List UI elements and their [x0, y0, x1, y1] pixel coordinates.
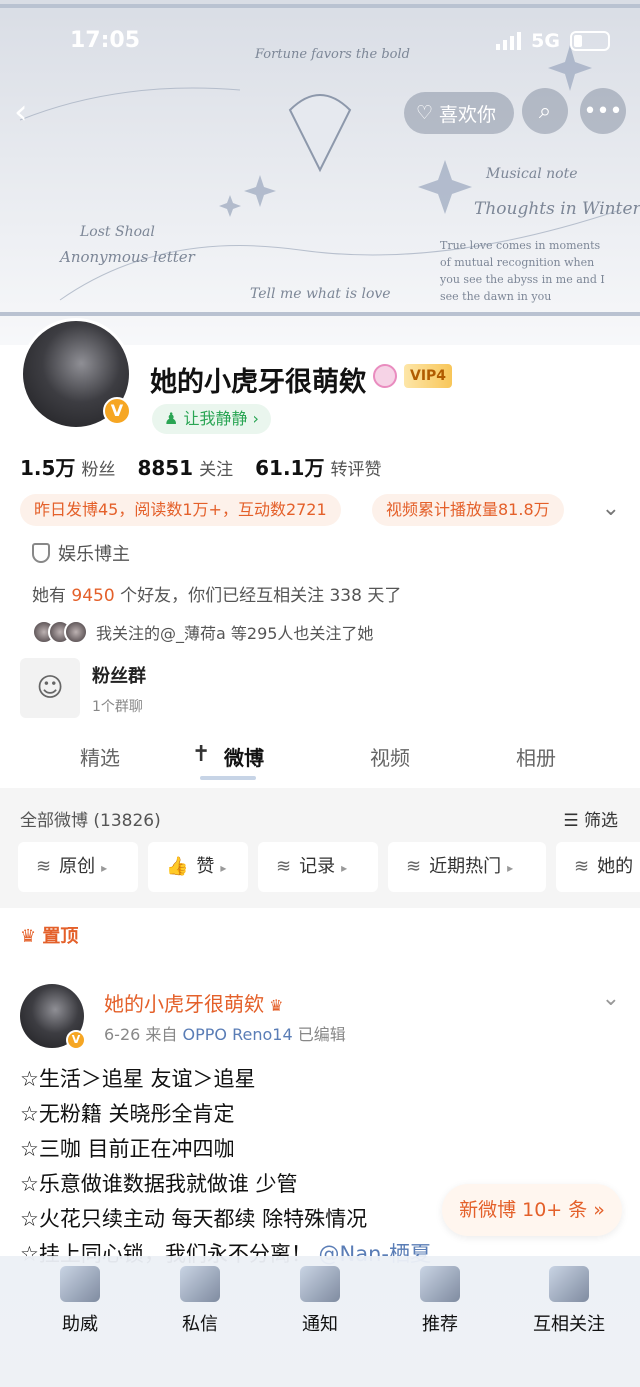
svg-text:Tell me what is love: Tell me what is love [250, 286, 391, 302]
verified-icon: V [66, 1030, 86, 1050]
feed-filter: 全部微博 (13826) ☰ 筛选 ≋ 原创 ▸ 👍 赞 ▸ ≋ 记录 ▸ ≋ 近期热门 ▸ ≋… [0, 788, 640, 908]
data-pills: 昨日发博45，阅读数1万+，互动数2721 视频累计播放量81.8万 ⌄ [20, 494, 620, 526]
tab-indicator [200, 776, 256, 780]
layers-icon: ≋ [406, 856, 422, 877]
bottom-bar: 助威 私信 通知 推荐 互相关注 [0, 1256, 640, 1387]
shield-icon [32, 543, 50, 563]
bottom-recommend-button[interactable]: 推荐 [395, 1266, 485, 1336]
fan-group[interactable]: ☺ 粉丝群 1个群聊 [20, 658, 146, 718]
banner-text-musical: Musical note [485, 166, 578, 182]
svg-text:Anonymous letter: Anonymous letter [58, 248, 196, 266]
svg-text:of mutual recognition when: of mutual recognition when [440, 256, 594, 269]
post-avatar[interactable]: V [20, 984, 86, 1050]
post-meta: 6-26 来自 OPPO Reno14 已编辑 [104, 1025, 346, 1044]
stat-following[interactable]: 8851 关注 [137, 455, 233, 480]
svg-text:you see the abyss in me and I: you see the abyss in me and I [439, 273, 605, 286]
chevron-right-icon: › [247, 409, 259, 428]
chip-records[interactable]: ≋ 记录 ▸ [258, 842, 378, 892]
stat-likes[interactable]: 61.1万 转评赞 [255, 452, 381, 481]
svg-text:True love comes in moments: True love comes in moments [440, 239, 601, 252]
tab-album[interactable]: 相册 [516, 742, 556, 771]
stats-row: 1.5万 粉丝 8851 关注 61.1万 转评赞 [20, 452, 381, 481]
tab-weibo[interactable]: 微博 [224, 742, 264, 771]
badge-icon[interactable] [373, 364, 397, 388]
chevron-down-icon: » [587, 1199, 605, 1221]
person-icon: ♟ [164, 409, 184, 428]
pill-yesterday[interactable]: 昨日发博45，阅读数1万+，互动数2721 [20, 494, 341, 526]
search-icon[interactable]: ⌕ [522, 88, 568, 134]
fan-group-sub: 1个群聊 [92, 699, 143, 715]
post-body[interactable]: ☆生活＞追星 友谊＞追星 ☆无粉籍 关晓彤全肯定 ☆三咖 目前正在冲四咖 ☆乐意… [20, 1062, 620, 1272]
status-tag-label: 让我静静 [183, 409, 248, 428]
friends-info: 她有 9450 个好友，你们已经互相关注 338 天了 [32, 586, 402, 606]
avatar [64, 620, 88, 644]
like-you-button[interactable]: ♡ 喜欢你 [404, 92, 515, 134]
fan-group-title: 粉丝群 [92, 666, 146, 687]
avatar[interactable]: V [20, 318, 132, 430]
post-line: ☆生活＞追星 友谊＞追星 [20, 1067, 256, 1091]
bell-icon [300, 1266, 340, 1302]
filter-button[interactable]: ☰ 筛选 [563, 806, 618, 831]
signal-icon [496, 32, 522, 50]
stack-icon [420, 1266, 460, 1302]
chevron-down-icon[interactable]: ⌄ [602, 496, 620, 521]
svg-text:see the dawn in you: see the dawn in you [440, 290, 551, 303]
bottom-cheer-button[interactable]: 助威 [35, 1266, 125, 1336]
stat-fans[interactable]: 1.5万 粉丝 [20, 452, 115, 481]
cross-icon: ✝ [192, 742, 211, 767]
status-tag[interactable]: ♟ 让我静静 › [152, 404, 271, 434]
vip-badge[interactable]: VIP4 [404, 364, 453, 388]
profile-name: 她的小虎牙很萌欸 [150, 367, 366, 398]
filter-icon: ☰ [563, 811, 584, 831]
profile-tabs: 精选 微博 视频 相册 ✝ [0, 738, 640, 786]
layers-icon: ≋ [574, 856, 590, 877]
like-you-label: 喜欢你 [439, 103, 497, 126]
new-weibo-button[interactable]: 新微博 10+ 条 » [442, 1184, 622, 1236]
crown-icon: ♛ [264, 996, 284, 1015]
all-weibo-label: 全部微博 (13826) [20, 811, 161, 831]
mutual-text: 我关注的@_薄荷a 等295人也关注了她 [96, 624, 374, 643]
certification-label: 娱乐博主 [58, 544, 130, 565]
friends-count[interactable]: 9450 [71, 586, 114, 606]
back-icon[interactable]: ‹ [14, 95, 44, 131]
post-author[interactable]: 她的小虎牙很萌欸 ♛ [104, 988, 283, 1017]
heart-icon: ♡ [416, 102, 434, 124]
bird-icon [549, 1266, 589, 1302]
tab-featured[interactable]: 精选 [80, 742, 120, 771]
banner-text-thoughts: Thoughts in Winter [474, 199, 640, 219]
chip-original[interactable]: ≋ 原创 ▸ [18, 842, 138, 892]
layers-icon: ≋ [276, 856, 292, 877]
chip-hers[interactable]: ≋ 她的 [556, 842, 640, 892]
pinned-label: ♛ 置顶 [20, 926, 79, 947]
crown-icon: ♛ [20, 926, 43, 947]
thumbs-up-icon: 👍 [166, 856, 189, 877]
status-time: 17:05 [70, 28, 141, 53]
more-icon[interactable]: ••• [580, 88, 626, 134]
post-date: 6-26 [104, 1025, 141, 1044]
certification: 娱乐博主 [32, 540, 130, 566]
post-line: ☆三咖 目前正在冲四咖 [20, 1137, 235, 1161]
message-icon [180, 1266, 220, 1302]
status-bar: 17:05 5G [70, 28, 610, 62]
mutual-follow[interactable]: 我关注的@_薄荷a 等295人也关注了她 [32, 620, 373, 644]
chevron-down-icon[interactable]: ⌄ [602, 986, 620, 1011]
pill-video-plays[interactable]: 视频累计播放量81.8万 [372, 494, 564, 526]
post-device[interactable]: OPPO Reno14 [183, 1025, 293, 1044]
network-type: 5G [531, 30, 560, 52]
bottom-message-button[interactable]: 私信 [155, 1266, 245, 1336]
svg-text:Lost Shoal: Lost Shoal [79, 224, 155, 240]
group-icon: ☺ [20, 658, 80, 718]
chip-recent-hot[interactable]: ≋ 近期热门 ▸ [388, 842, 546, 892]
post-edited[interactable]: 已编辑 [298, 1025, 346, 1044]
bottom-notify-button[interactable]: 通知 [275, 1266, 365, 1336]
tab-video[interactable]: 视频 [370, 742, 410, 771]
header-banner: Fortune favors the bold Musical note Tho… [0, 0, 640, 345]
cross-icon [60, 1266, 100, 1302]
bottom-mutual-follow-button[interactable]: 互相关注 [514, 1266, 624, 1336]
chip-likes[interactable]: 👍 赞 ▸ [148, 842, 248, 892]
battery-icon [570, 31, 610, 51]
verified-icon: V [103, 397, 131, 425]
layers-icon: ≋ [36, 856, 52, 877]
post-line: ☆无粉籍 关晓彤全肯定 [20, 1102, 235, 1126]
